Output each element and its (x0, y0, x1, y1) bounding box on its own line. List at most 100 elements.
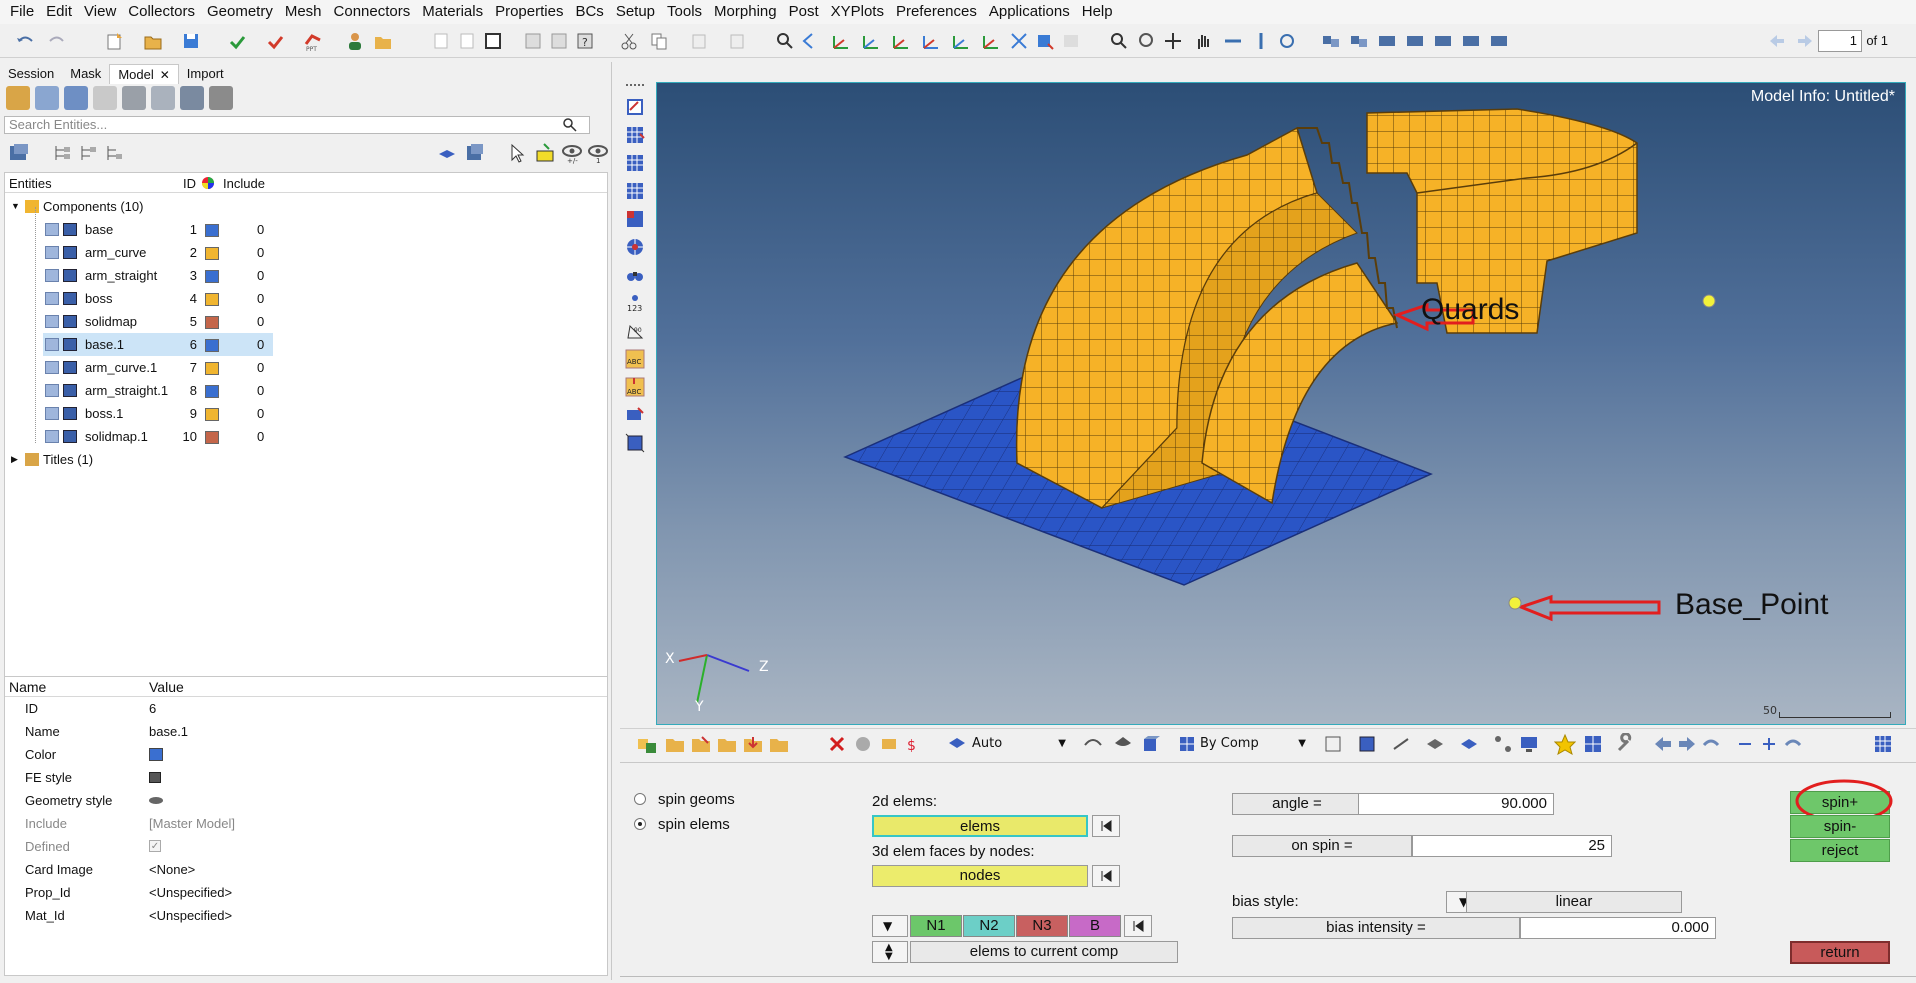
property-row[interactable]: Mat_Id <Unspecified> (5, 904, 607, 927)
shaded-mesh-icon[interactable] (1356, 733, 1382, 755)
view-top-icon[interactable] (830, 30, 852, 52)
nodes-selector[interactable]: nodes (872, 865, 1088, 887)
set-view-icon[interactable] (122, 86, 146, 110)
component-color-swatch[interactable] (205, 316, 219, 329)
mask-icon[interactable] (852, 733, 874, 755)
menu-setup[interactable]: Setup (610, 0, 661, 24)
close-tab-icon[interactable]: ✕ (160, 68, 170, 82)
base-point-marker[interactable] (1508, 596, 1522, 610)
contact-view-icon[interactable] (151, 86, 175, 110)
import-icon[interactable] (226, 30, 248, 52)
color-swatch[interactable] (149, 748, 163, 761)
label-abc-edit-icon[interactable]: ABC (624, 376, 646, 398)
folder-options-icon[interactable] (768, 733, 796, 755)
line-icon[interactable] (1390, 733, 1416, 755)
menu-preferences[interactable]: Preferences (890, 0, 983, 24)
menu-properties[interactable]: Properties (489, 0, 569, 24)
nodes-reset-button[interactable] (1092, 865, 1120, 887)
material-view-icon[interactable] (93, 86, 117, 110)
tab-session[interactable]: Session (0, 64, 62, 84)
folder-edit-icon[interactable] (690, 733, 712, 755)
show-all-eye-icon[interactable]: +/- (560, 142, 584, 164)
property-row[interactable]: Include [Master Model] (5, 812, 607, 835)
lighting-icon[interactable] (1082, 733, 1108, 755)
mesh-style-icon[interactable] (63, 430, 77, 443)
tree-row[interactable]: arm_straight 3 0 (5, 264, 607, 287)
mesh-box-icon[interactable] (624, 432, 646, 454)
folder-save-icon[interactable] (716, 733, 738, 755)
assembly-view-icon[interactable] (35, 86, 59, 110)
n1-button[interactable]: N1 (910, 915, 962, 937)
menu-collectors[interactable]: Collectors (122, 0, 201, 24)
components-group[interactable]: ▼ Components (10) (5, 195, 607, 218)
component-color-swatch[interactable] (205, 247, 219, 260)
star-icon[interactable] (1554, 733, 1576, 755)
search-icon[interactable] (562, 117, 578, 133)
view-restore-icon[interactable] (1060, 30, 1082, 52)
display-5-icon[interactable] (1432, 30, 1454, 52)
view-custom-icon[interactable] (1008, 30, 1030, 52)
menu-view[interactable]: View (78, 0, 122, 24)
show-one-eye-icon[interactable]: 1 (586, 142, 610, 164)
point-marker[interactable] (1702, 294, 1716, 308)
page-number-input[interactable]: 1 (1818, 30, 1862, 52)
rotate-vertical-icon[interactable] (1250, 30, 1272, 52)
view-right-icon[interactable] (920, 30, 942, 52)
mesh-style-icon[interactable] (63, 338, 77, 351)
mesh-style-icon[interactable] (63, 315, 77, 328)
component-color-swatch[interactable] (205, 293, 219, 306)
mesh-style-icon[interactable] (63, 246, 77, 259)
property-row[interactable]: Name base.1 (5, 720, 607, 743)
undo-icon[interactable] (14, 30, 36, 52)
numbers-icon[interactable]: 123 (624, 292, 646, 314)
view-iso-icon[interactable] (800, 30, 822, 52)
tree-row[interactable]: boss.1 9 0 (5, 402, 607, 425)
on-spin-input[interactable]: 25 (1412, 835, 1612, 857)
zoom-fit-icon[interactable] (1108, 30, 1130, 52)
spin-geoms-radio[interactable]: spin geoms (634, 791, 735, 808)
wireframe-icon[interactable] (1322, 733, 1348, 755)
system-view-icon[interactable] (209, 86, 233, 110)
add-page-icon[interactable] (430, 30, 452, 52)
return-button[interactable]: return (1790, 941, 1890, 964)
mesh-style-icon[interactable] (63, 384, 77, 397)
property-row[interactable]: FE style (5, 766, 607, 789)
tree-row[interactable]: boss 4 0 (5, 287, 607, 310)
view-bottom-icon[interactable] (860, 30, 882, 52)
fe-style-icon[interactable] (149, 772, 161, 783)
page-layout-icon[interactable] (482, 30, 504, 52)
component-color-swatch[interactable] (205, 362, 219, 375)
nodes-icon[interactable] (1492, 733, 1514, 755)
menu-help[interactable]: Help (1076, 0, 1119, 24)
component-color-swatch[interactable] (205, 270, 219, 283)
property-row[interactable]: Defined ✓ (5, 835, 607, 858)
menu-xyplots[interactable]: XYPlots (825, 0, 890, 24)
n3-button[interactable]: N3 (1016, 915, 1068, 937)
redo-icon[interactable] (46, 30, 68, 52)
b-button[interactable]: B (1069, 915, 1121, 937)
toolbar-grip[interactable] (626, 84, 644, 86)
spin-elems-radio[interactable]: spin elems (634, 816, 730, 833)
tree-row[interactable]: arm_curve.1 7 0 (5, 356, 607, 379)
window-split-icon[interactable] (522, 30, 544, 52)
display-1-icon[interactable] (1320, 30, 1342, 52)
spin-minus-button[interactable]: spin- (1790, 815, 1890, 838)
minus-icon[interactable] (1734, 733, 1756, 755)
zoom-in-out-icon[interactable] (1136, 30, 1158, 52)
auto-color-icon[interactable] (946, 733, 968, 755)
rotate-horizontal-icon[interactable] (1222, 30, 1244, 52)
copy-icon[interactable] (648, 30, 670, 52)
export-ppt-icon[interactable]: PPT (302, 30, 324, 52)
monitor-icon[interactable] (1518, 733, 1540, 755)
view-dimensions-icon[interactable] (1034, 30, 1056, 52)
mesh-style-icon[interactable] (63, 361, 77, 374)
angle-check-icon[interactable]: 90 (624, 320, 646, 342)
menu-morphing[interactable]: Morphing (708, 0, 783, 24)
tree-filter-icon[interactable] (104, 142, 126, 164)
menu-edit[interactable]: Edit (40, 0, 78, 24)
mesh-style-icon[interactable] (63, 292, 77, 305)
cursor-select-icon[interactable] (506, 142, 528, 164)
tab-import[interactable]: Import (179, 64, 232, 84)
paste-special-icon[interactable] (726, 30, 748, 52)
menu-post[interactable]: Post (783, 0, 825, 24)
